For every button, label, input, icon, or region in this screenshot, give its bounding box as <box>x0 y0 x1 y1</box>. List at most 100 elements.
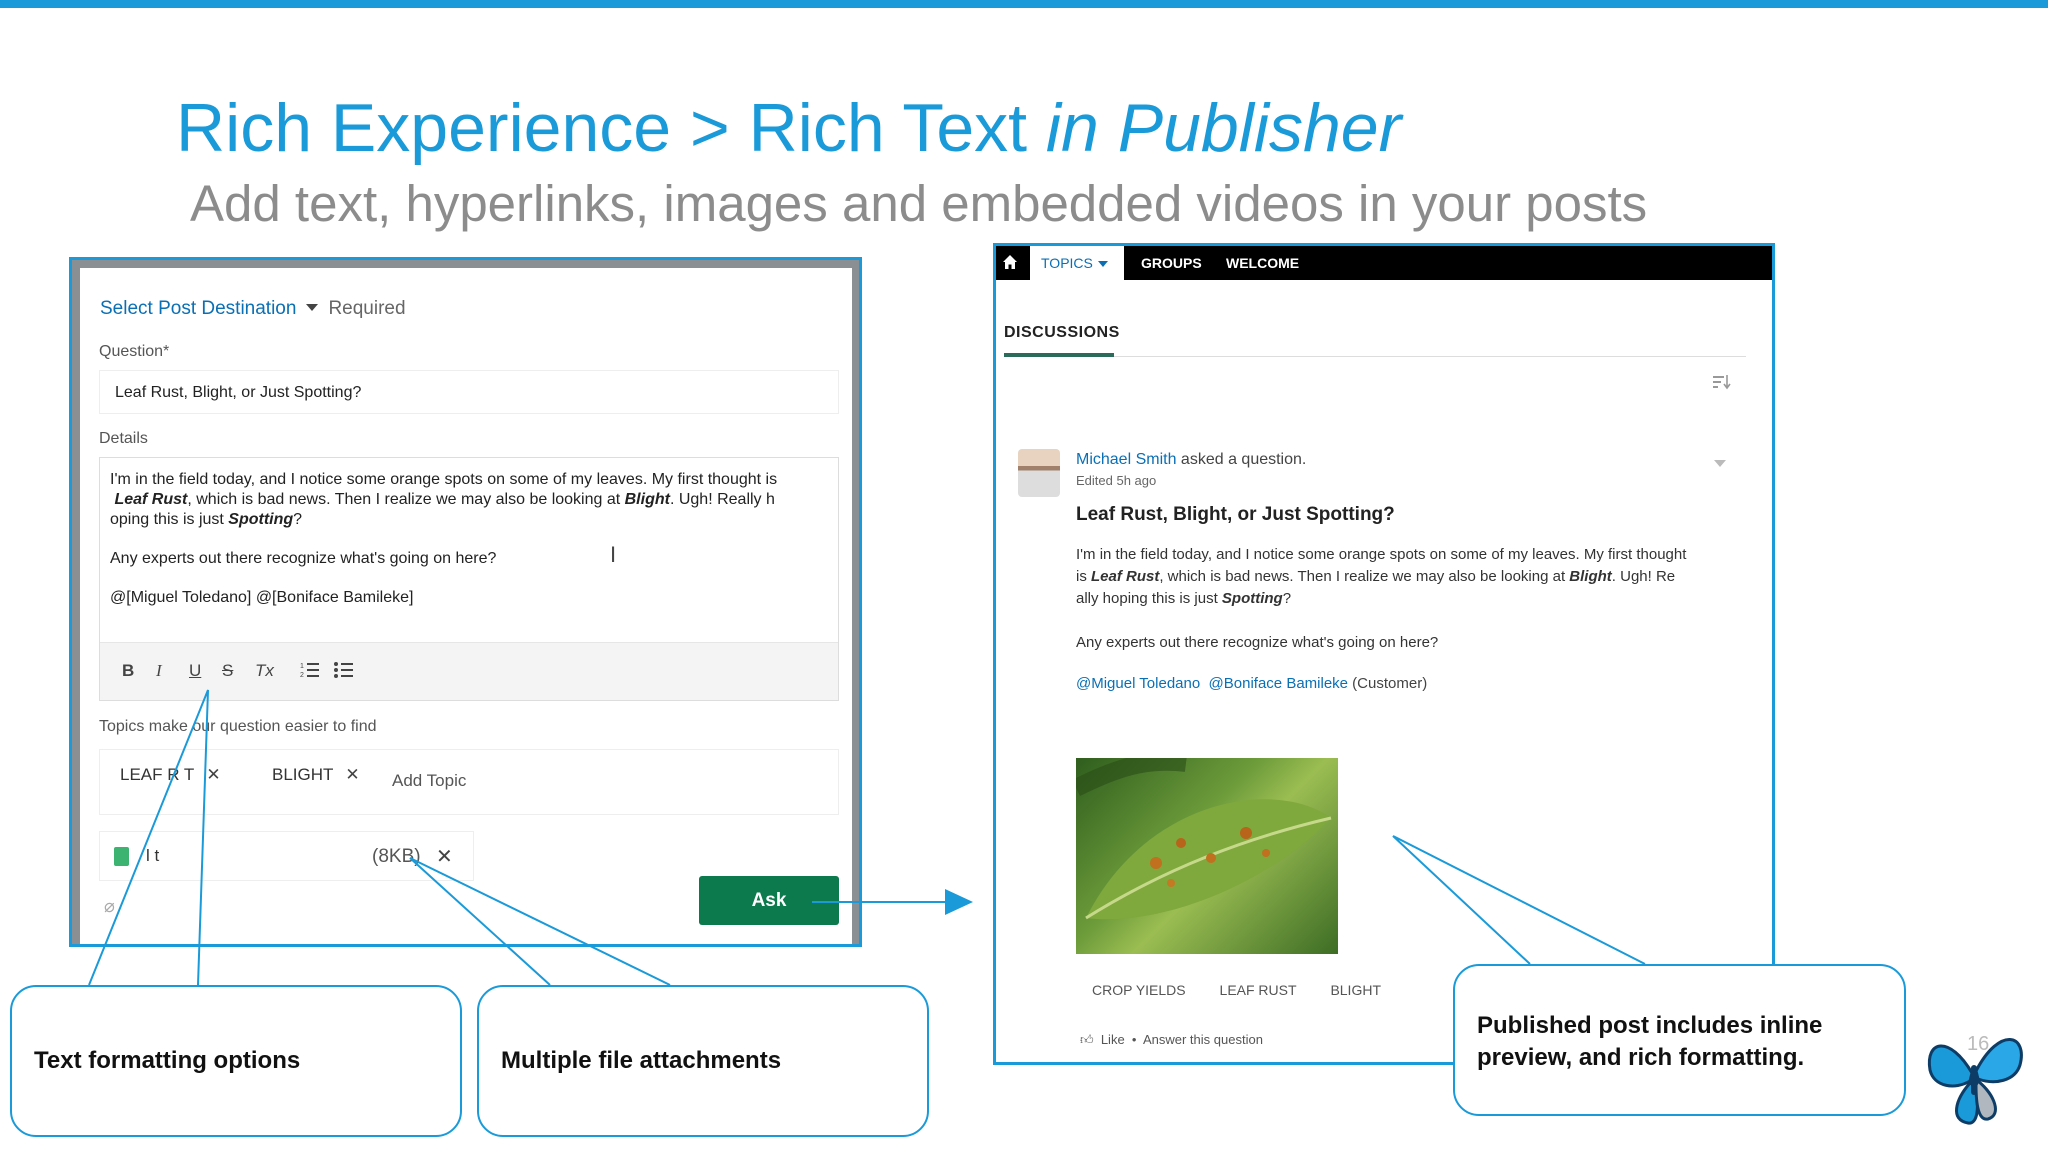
publisher-panel: Select Post Destination Required Question… <box>69 257 862 947</box>
text-cursor-icon: Ι <box>610 542 617 567</box>
callout-line: preview, and rich formatting. <box>1477 1044 1805 1071</box>
details-line: ? <box>293 511 303 528</box>
close-icon[interactable]: ✕ <box>345 765 359 784</box>
attachment-name: l t <box>146 846 160 865</box>
file-icon <box>114 847 129 866</box>
community-nav: TOPICS GROUPS WELCOME <box>996 246 1772 280</box>
callout-published: Published post includes inline preview, a… <box>1453 964 1906 1116</box>
paperclip-icon[interactable]: ⌀ <box>104 896 115 917</box>
callout-text: Text formatting options <box>34 1047 301 1074</box>
topic-pill: BLIGHT ✕ <box>272 765 360 785</box>
nav-welcome[interactable]: WELCOME <box>1226 246 1299 280</box>
bulleted-list-icon[interactable] <box>334 661 354 684</box>
post-body-line: ? <box>1282 590 1292 607</box>
topics-label: Topics make our question easier to find <box>99 718 377 735</box>
svg-text:1: 1 <box>300 663 304 670</box>
callout-formatting: Text formatting options <box>10 985 462 1137</box>
details-text: I'm in the field today, and I notice som… <box>110 470 830 608</box>
details-editor[interactable]: I'm in the field today, and I notice som… <box>99 457 839 701</box>
mention-link[interactable]: @Miguel Toledano <box>1076 675 1200 692</box>
underline-button[interactable]: U <box>189 661 201 681</box>
strikethrough-button[interactable]: S <box>222 661 233 681</box>
answer-link[interactable]: Answer this question <box>1143 1032 1263 1047</box>
bold-button[interactable]: B <box>122 661 134 681</box>
callout-text: Published post includes inline preview, a… <box>1477 1010 1822 1074</box>
question-input[interactable]: Leaf Rust, Blight, or Just Spotting? <box>99 370 839 414</box>
required-label: Required <box>328 298 406 319</box>
topics-input[interactable]: LEAF R T ✕ BLIGHT ✕ Add Topic <box>99 749 839 815</box>
topic-pill-label: BLIGHT <box>272 765 334 784</box>
details-mentions: @[Miguel Toledano] @[Boniface Bamileke] <box>110 589 414 606</box>
post-body-line: . Ugh! Re <box>1611 568 1676 585</box>
post-body-line: , which is bad news. Then I realize we m… <box>1159 568 1570 585</box>
avatar[interactable] <box>1018 449 1060 497</box>
chevron-down-icon <box>306 303 319 311</box>
post-title[interactable]: Leaf Rust, Blight, or Just Spotting? <box>1076 504 1395 526</box>
post-body-line: is <box>1076 568 1091 585</box>
post-actions: 👍︎ Like • Answer this question <box>1080 1032 1263 1047</box>
post-body-bold: Spotting <box>1221 590 1283 607</box>
details-line: . Ugh! Really h <box>669 491 775 508</box>
thumbs-up-icon: 👍︎ <box>1080 1032 1094 1047</box>
post-timestamp: Edited 5h ago <box>1076 473 1157 488</box>
divider <box>1004 356 1746 357</box>
clear-format-button[interactable]: Tx <box>255 661 274 681</box>
mention-link[interactable]: @Boniface Bamileke <box>1209 675 1348 692</box>
topic-tag[interactable]: BLIGHT <box>1330 982 1381 998</box>
details-line: oping this is just <box>110 511 229 528</box>
callout-text: Multiple file attachments <box>501 1047 782 1074</box>
post-body: I'm in the field today, and I notice som… <box>1076 544 1756 654</box>
details-line: , which is bad news. Then I realize we m… <box>187 491 625 508</box>
nav-groups[interactable]: GROUPS <box>1141 246 1202 280</box>
butterfly-logo-icon <box>1927 1038 2023 1125</box>
slide-title: Rich Experience > Rich Text in Publisher <box>176 88 1401 168</box>
post-body-bold: Leaf Rust <box>1091 568 1160 585</box>
italic-button[interactable]: I <box>156 661 162 681</box>
callout-line: Published post includes inline <box>1477 1012 1823 1039</box>
svg-text:2: 2 <box>300 672 304 679</box>
leaf-image-preview[interactable] <box>1076 758 1338 954</box>
like-link[interactable]: Like <box>1101 1032 1125 1047</box>
post-body-line: I'm in the field today, and I notice som… <box>1076 546 1687 563</box>
post-destination-select[interactable]: Select Post Destination Required <box>100 298 406 320</box>
post-topic-tags: CROP YIELDS LEAF RUST BLIGHT <box>1092 982 1411 998</box>
author-action: asked a question. <box>1176 451 1307 468</box>
ask-button[interactable]: Ask <box>699 876 839 925</box>
section-title: DISCUSSIONS <box>1004 324 1120 341</box>
details-bold: Spotting <box>228 511 294 528</box>
post-body-line: ally hoping this is just <box>1076 590 1222 607</box>
post-mentions: @Miguel Toledano @Boniface Bamileke (Cus… <box>1076 675 1427 692</box>
nav-topics-label: TOPICS <box>1041 255 1093 271</box>
topic-tag[interactable]: LEAF RUST <box>1220 982 1297 998</box>
chevron-down-icon <box>1097 261 1108 268</box>
title-italic: in Publisher <box>1045 90 1402 166</box>
close-icon[interactable]: ✕ <box>206 765 220 784</box>
topic-pill: LEAF R T ✕ <box>120 765 221 785</box>
nav-topics[interactable]: TOPICS <box>1030 246 1124 280</box>
topic-tag[interactable]: CROP YIELDS <box>1092 982 1186 998</box>
details-bold: Blight <box>624 491 670 508</box>
destination-label: Select Post Destination <box>100 298 297 319</box>
home-icon[interactable] <box>1002 254 1020 272</box>
topic-pill-label: LEAF R T <box>120 765 195 784</box>
attachment-size: (8KB) <box>372 846 421 867</box>
mention-note: (Customer) <box>1348 675 1428 692</box>
sort-icon[interactable] <box>1713 374 1731 395</box>
post-body-line: Any experts out there recognize what's g… <box>1076 634 1439 651</box>
published-post-panel: TOPICS GROUPS WELCOME DISCUSSIONS Michae… <box>993 243 1775 1065</box>
author-link[interactable]: Michael Smith <box>1076 451 1176 468</box>
title-main: Rich Experience > Rich Text <box>176 90 1046 166</box>
slide-subtitle: Add text, hyperlinks, images and embedde… <box>190 175 1648 232</box>
callout-attachments: Multiple file attachments <box>477 985 929 1137</box>
close-icon[interactable]: ✕ <box>436 844 453 869</box>
details-bold: Leaf Rust <box>114 491 188 508</box>
details-line: I'm in the field today, and I notice som… <box>110 471 778 488</box>
formatting-toolbar: B I U S Tx 12 <box>100 642 838 700</box>
numbered-list-icon[interactable]: 12 <box>300 661 320 684</box>
chevron-down-icon[interactable] <box>1714 460 1726 467</box>
add-topic-field[interactable]: Add Topic <box>392 771 466 791</box>
question-label: Question* <box>99 343 170 360</box>
file-attachment: l t (8KB) ✕ <box>99 831 474 881</box>
active-tab-indicator <box>1004 353 1114 357</box>
post-author: Michael Smith asked a question. <box>1076 451 1306 469</box>
